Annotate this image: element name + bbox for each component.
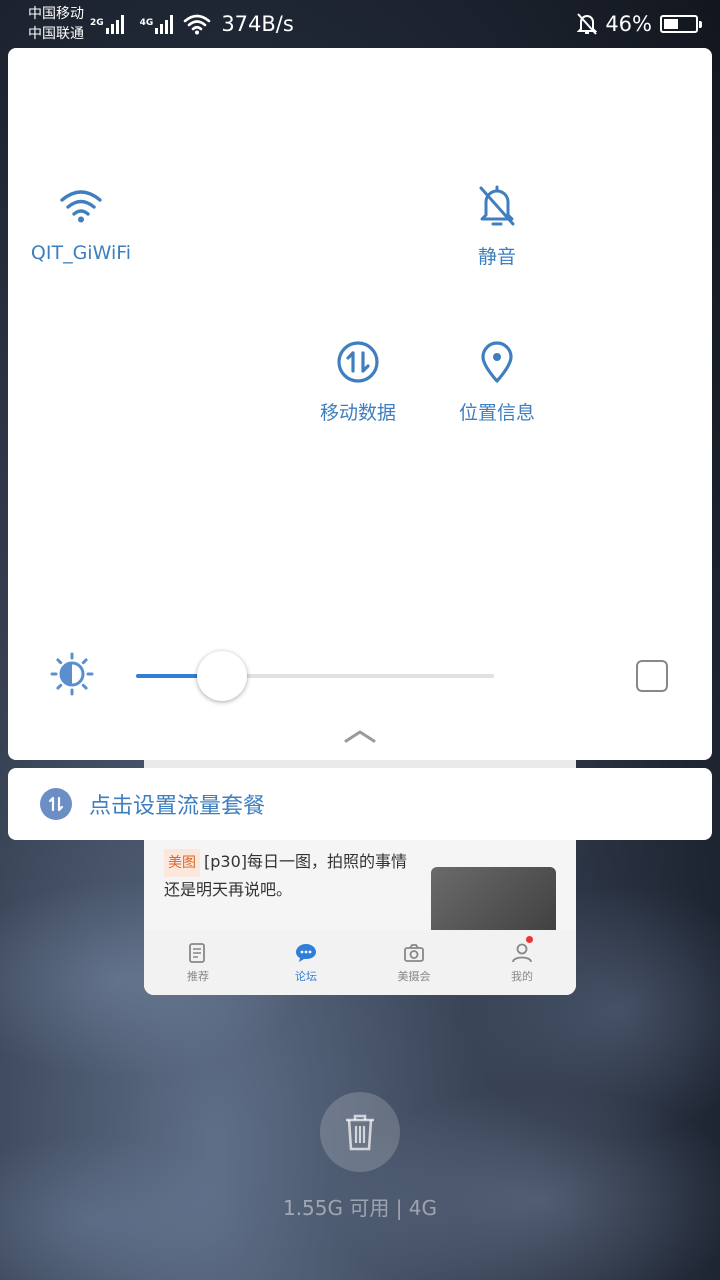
battery-icon — [660, 15, 702, 33]
mobile-data-icon — [40, 788, 72, 820]
brightness-slider[interactable] — [136, 674, 494, 678]
wifi-icon — [57, 182, 105, 230]
tab-label: 美摄会 — [397, 969, 431, 983]
chevron-up-icon[interactable] — [342, 728, 378, 744]
article-title: [p30]每日一图，拍照的事情还是明天再说吧。 — [164, 852, 408, 899]
battery-percent: 46% — [605, 12, 652, 36]
tile-label: QIT_GiWiFi — [30, 242, 132, 264]
data-plan-banner[interactable]: 点击设置流量套餐 — [8, 768, 712, 840]
net-type-1: 2G — [90, 18, 104, 28]
carrier-2: 中国联通 — [28, 26, 84, 42]
document-icon — [189, 942, 205, 963]
qs-tile-mobile-data[interactable]: 移动数据 — [288, 338, 428, 425]
signal-bars-icon — [155, 14, 174, 34]
data-plan-label: 点击设置流量套餐 — [89, 794, 266, 819]
signal-2: 4G — [140, 14, 184, 34]
tab-label: 推荐 — [187, 969, 209, 983]
trash-icon — [346, 1114, 374, 1151]
auto-brightness-icon — [50, 652, 94, 696]
tab-recommend[interactable]: 推荐 — [144, 930, 252, 995]
carrier-1: 中国移动 — [28, 6, 84, 22]
signal-bars-icon — [105, 14, 124, 34]
article-list-item[interactable]: 美图 [p30]每日一图，拍照的事情还是明天再说吧。 — [144, 835, 576, 939]
app-tab-bar: 推荐 论坛 美摄会 我的 — [144, 930, 576, 995]
quick-settings-panel: QIT_GiWiFi 静音 移动数据 位置信息 — [8, 48, 712, 760]
tile-label: 位置信息 — [458, 402, 535, 424]
tab-label: 论坛 — [295, 969, 317, 983]
camera-icon — [404, 943, 424, 962]
wifi-status-icon — [184, 14, 211, 35]
tab-photo-club[interactable]: 美摄会 — [360, 930, 468, 995]
chat-bubble-icon — [296, 943, 316, 962]
tile-label: 静音 — [477, 246, 516, 268]
tab-me[interactable]: 我的 — [468, 930, 576, 995]
memory-status: 1.55G 可用 | 4G — [282, 1196, 438, 1220]
user-icon — [512, 943, 532, 962]
article-thumbnail — [431, 867, 556, 939]
notification-dot — [526, 936, 533, 943]
bell-off-status-icon — [577, 13, 598, 35]
carrier-names: 中国移动 中国联通 — [28, 4, 84, 44]
tab-forum[interactable]: 论坛 — [252, 930, 360, 995]
clear-all-button[interactable] — [320, 1092, 400, 1172]
qs-tile-location[interactable]: 位置信息 — [427, 338, 567, 425]
battery-fill — [664, 19, 678, 29]
tile-label: 移动数据 — [319, 402, 396, 424]
article-tag: 美图 — [164, 849, 200, 877]
article-text: 美图 [p30]每日一图，拍照的事情还是明天再说吧。 — [164, 849, 419, 903]
signal-1: 2G — [90, 14, 134, 34]
qs-tile-wifi[interactable]: QIT_GiWiFi — [11, 182, 151, 264]
auto-brightness-checkbox[interactable] — [636, 660, 668, 692]
location-pin-icon — [473, 338, 521, 386]
bell-off-icon — [473, 182, 521, 230]
brightness-slider-thumb[interactable] — [196, 651, 247, 701]
status-bar: 中国移动 中国联通 2G 4G 374B/s 46% — [0, 0, 720, 48]
tab-label: 我的 — [511, 969, 533, 983]
qs-tile-mute[interactable]: 静音 — [427, 182, 567, 269]
net-type-2: 4G — [139, 18, 154, 28]
network-speed: 374B/s — [221, 12, 294, 36]
mobile-data-icon — [334, 338, 382, 386]
